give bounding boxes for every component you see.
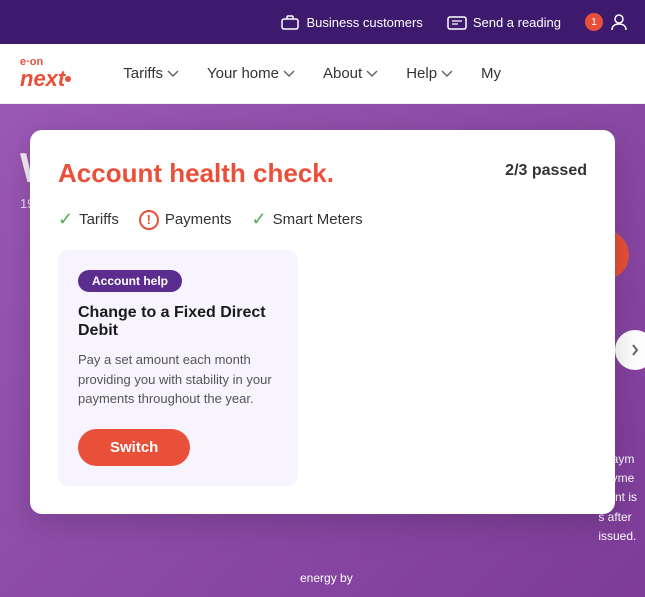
briefcase-icon (280, 12, 300, 32)
check-tariffs: ✓ Tariffs (58, 209, 119, 230)
about-chevron-icon (366, 70, 378, 78)
health-check-items: ✓ Tariffs ! Payments ✓ Smart Meters (58, 209, 587, 230)
business-customers-label: Business customers (306, 15, 422, 30)
modal-passed-count: 2/3 passed (505, 162, 587, 180)
meter-icon (447, 12, 467, 32)
energy-text: energy by (300, 571, 353, 585)
check-smart-meters-icon: ✓ (252, 209, 267, 230)
check-smart-meters-label: Smart Meters (273, 211, 363, 228)
business-customers-link[interactable]: Business customers (280, 12, 422, 32)
check-tariffs-icon: ✓ (58, 209, 73, 230)
send-reading-label: Send a reading (473, 15, 561, 30)
modal-header: Account health check. 2/3 passed (58, 158, 587, 189)
tariffs-chevron-icon (167, 70, 179, 78)
modal-title: Account health check. (58, 158, 334, 189)
card-tag: Account help (78, 270, 182, 292)
nav-your-home[interactable]: Your home (195, 57, 307, 90)
send-reading-link[interactable]: Send a reading (447, 12, 561, 32)
notification-badge: 1 (585, 13, 603, 31)
nav-bar: e·on next Tariffs Your home About Help (0, 44, 645, 104)
your-home-chevron-icon (283, 70, 295, 78)
recommendation-card: Account help Change to a Fixed Direct De… (58, 250, 298, 486)
help-chevron-icon (441, 70, 453, 78)
check-payments-warning-icon: ! (139, 210, 159, 230)
card-body: Pay a set amount each month providing yo… (78, 350, 278, 409)
logo[interactable]: e·on next (20, 57, 71, 90)
chevron-right-icon (628, 343, 642, 357)
health-check-modal: Account health check. 2/3 passed ✓ Tarif… (30, 130, 615, 514)
check-smart-meters: ✓ Smart Meters (252, 209, 363, 230)
check-tariffs-label: Tariffs (79, 211, 119, 228)
nav-items: Tariffs Your home About Help My (111, 57, 625, 90)
logo-next-text: next (20, 68, 71, 90)
nav-about[interactable]: About (311, 57, 390, 90)
check-payments: ! Payments (139, 210, 232, 230)
logo-dot (65, 76, 71, 82)
check-payments-label: Payments (165, 211, 232, 228)
notifications-button[interactable]: 1 (585, 12, 629, 32)
top-bar: Business customers Send a reading 1 (0, 0, 645, 44)
nav-tariffs[interactable]: Tariffs (111, 57, 191, 90)
card-title: Change to a Fixed Direct Debit (78, 304, 278, 340)
switch-button[interactable]: Switch (78, 429, 190, 466)
nav-my-account[interactable]: My (469, 57, 513, 90)
person-icon (609, 12, 629, 32)
nav-help[interactable]: Help (394, 57, 465, 90)
